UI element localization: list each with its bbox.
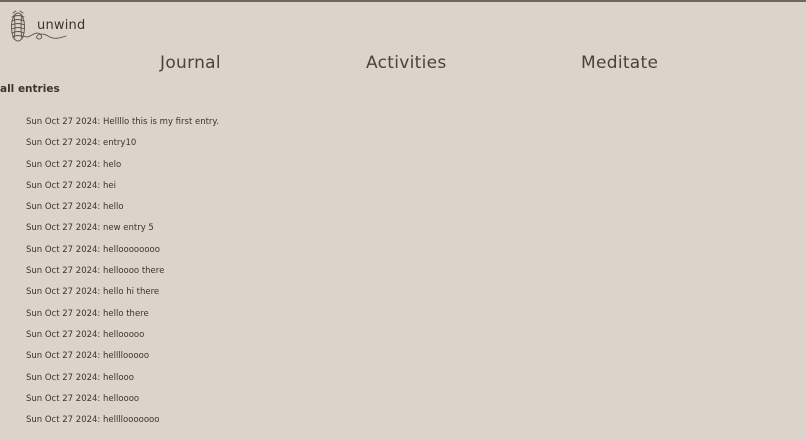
entry-item[interactable]: Sun Oct 27 2024: hello there <box>26 306 219 327</box>
entry-item[interactable]: Sun Oct 27 2024: hei <box>26 178 219 199</box>
entry-item[interactable]: Sun Oct 27 2024: hellllooooo <box>26 348 219 369</box>
app-name: unwind <box>37 18 86 33</box>
entry-item[interactable]: Sun Oct 27 2024: hellooo <box>26 370 219 391</box>
section-title: all entries <box>0 83 60 95</box>
entry-item[interactable]: Sun Oct 27 2024: helloooooooo <box>26 242 219 263</box>
entry-list: Sun Oct 27 2024: Hellllo this is my firs… <box>26 114 219 433</box>
entry-item[interactable]: Sun Oct 27 2024: helloooo <box>26 391 219 412</box>
entry-item[interactable]: Sun Oct 27 2024: hellllooooooo <box>26 412 219 433</box>
top-border <box>0 0 806 2</box>
entry-item[interactable]: Sun Oct 27 2024: hello <box>26 199 219 220</box>
entry-item[interactable]: Sun Oct 27 2024: new entry 5 <box>26 220 219 241</box>
entry-item[interactable]: Sun Oct 27 2024: hello hi there <box>26 284 219 305</box>
entry-item[interactable]: Sun Oct 27 2024: hellooooo <box>26 327 219 348</box>
entry-item[interactable]: Sun Oct 27 2024: helo <box>26 157 219 178</box>
logo-link[interactable]: unwind <box>10 8 85 44</box>
entry-item[interactable]: Sun Oct 27 2024: entry10 <box>26 135 219 156</box>
nav-journal[interactable]: Journal <box>160 53 221 73</box>
entry-item[interactable]: Sun Oct 27 2024: Hellllo this is my firs… <box>26 114 219 135</box>
nav-activities[interactable]: Activities <box>366 53 447 73</box>
nav-meditate[interactable]: Meditate <box>581 53 658 73</box>
entry-item[interactable]: Sun Oct 27 2024: helloooo there <box>26 263 219 284</box>
